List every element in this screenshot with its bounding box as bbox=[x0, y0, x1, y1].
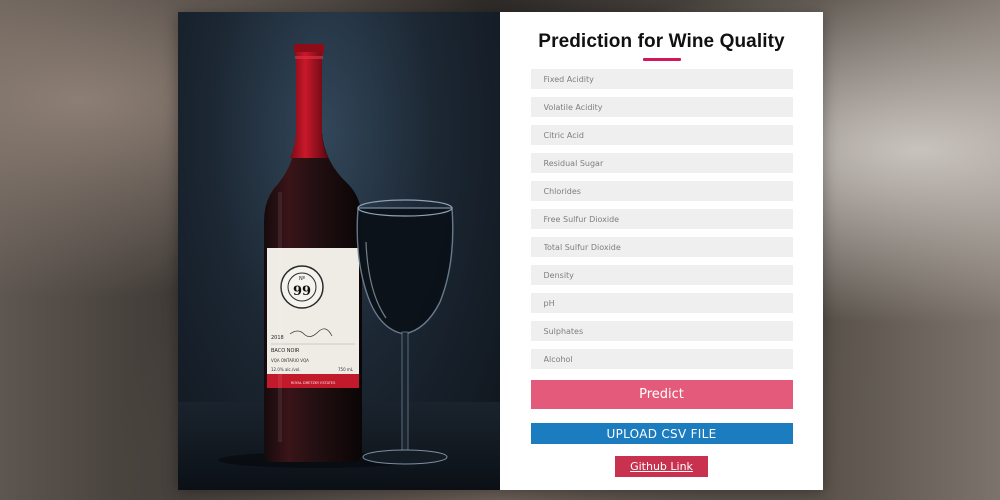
chlorides-input[interactable] bbox=[530, 181, 793, 201]
wine-bottle-and-glass-image: Nº 99 2018 BACO NOIR VQA ONTARIO VQA 12.… bbox=[178, 44, 500, 490]
label-abv: 12.0% alc./vol. bbox=[271, 367, 301, 372]
predict-button[interactable]: Predict bbox=[530, 380, 793, 409]
label-variety: BACO NOIR bbox=[271, 348, 300, 354]
density-input[interactable] bbox=[530, 265, 793, 285]
label-footer: ROYAL DRETZKY ESTATES bbox=[291, 381, 336, 385]
citric-acid-input[interactable] bbox=[530, 125, 793, 145]
free-sulfur-dioxide-input[interactable] bbox=[530, 209, 793, 229]
label-no: Nº bbox=[299, 276, 306, 282]
wine-photo: Nº 99 2018 BACO NOIR VQA ONTARIO VQA 12.… bbox=[178, 12, 500, 490]
feature-fields bbox=[530, 69, 793, 369]
fixed-acidity-input[interactable] bbox=[530, 69, 793, 89]
volatile-acidity-input[interactable] bbox=[530, 97, 793, 117]
ph-input[interactable] bbox=[530, 293, 793, 313]
residual-sugar-input[interactable] bbox=[530, 153, 793, 173]
github-link[interactable]: Github Link bbox=[615, 456, 708, 477]
label-region: VQA ONTARIO VQA bbox=[271, 358, 309, 363]
total-sulfur-dioxide-input[interactable] bbox=[530, 237, 793, 257]
page-title: Prediction for Wine Quality bbox=[538, 31, 785, 52]
prediction-form: Prediction for Wine Quality Predict UPLO… bbox=[500, 12, 823, 490]
title-underline bbox=[642, 58, 681, 61]
label-number: 99 bbox=[293, 284, 311, 299]
label-volume: 750 mL bbox=[338, 367, 354, 372]
upload-csv-button[interactable]: UPLOAD CSV FILE bbox=[530, 423, 793, 444]
alcohol-input[interactable] bbox=[530, 349, 793, 369]
main-card: Nº 99 2018 BACO NOIR VQA ONTARIO VQA 12.… bbox=[178, 12, 823, 490]
sulphates-input[interactable] bbox=[530, 321, 793, 341]
